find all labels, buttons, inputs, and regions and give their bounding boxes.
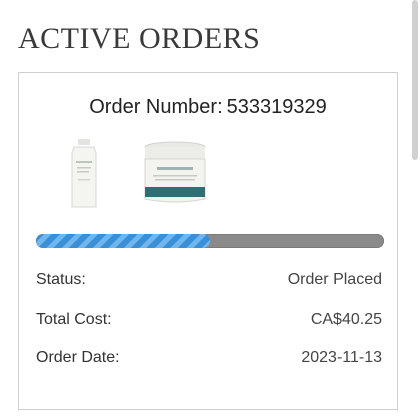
order-date-label: Order Date: (36, 349, 120, 366)
order-date-value: 2023-11-13 (301, 349, 382, 366)
page-title: ACTIVE ORDERS (18, 22, 261, 55)
order-number-heading: Order Number: 533319329 (19, 95, 397, 119)
order-progress-bar (36, 234, 384, 248)
status-label: Status: (36, 271, 86, 288)
total-cost-label: Total Cost: (36, 311, 112, 328)
scrollbar[interactable] (412, 0, 418, 160)
product-thumbnail-jar[interactable] (137, 133, 213, 215)
product-thumbnail-bottle[interactable] (47, 133, 123, 215)
status-row: Status: Order Placed (36, 269, 382, 291)
order-date-row: Order Date: 2023-11-13 (36, 347, 382, 369)
order-progress-fill (36, 234, 210, 248)
order-products (47, 133, 377, 223)
order-card[interactable]: Order Number: 533319329 Status: Order Pl… (18, 72, 398, 410)
order-number-label: Order Number: (89, 96, 223, 118)
order-number-value: 533319329 (226, 96, 327, 118)
status-value: Order Placed (287, 271, 382, 288)
total-cost-value: CA$40.25 (310, 311, 382, 328)
total-cost-row: Total Cost: CA$40.25 (36, 309, 382, 331)
